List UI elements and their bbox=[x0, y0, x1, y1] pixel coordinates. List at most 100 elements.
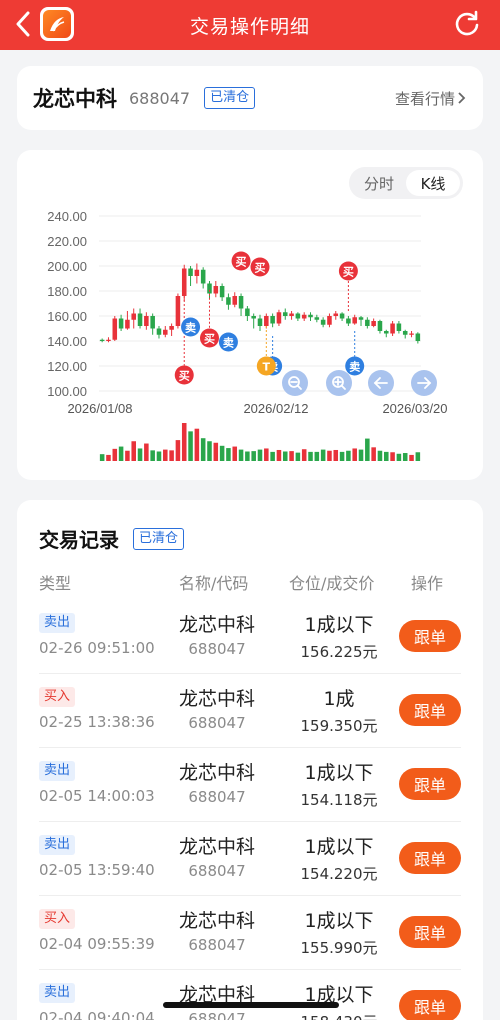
candle-body bbox=[365, 319, 370, 326]
home-indicator bbox=[163, 1002, 339, 1008]
top-bar: 交易操作明细 bbox=[0, 0, 500, 50]
buy-marker-label: 买 bbox=[236, 256, 247, 269]
row-stock-name: 龙芯中科 bbox=[178, 910, 255, 932]
candle-body bbox=[308, 314, 313, 318]
kline-chart[interactable]: 240.00 220.00 200.00 180.00 160.00 140.00 120.… bbox=[17, 150, 483, 480]
tab-minute[interactable]: 分时 bbox=[352, 170, 406, 196]
tab-kline[interactable]: K线 bbox=[406, 170, 460, 196]
header-name: 名称/代码 bbox=[179, 574, 249, 593]
refresh-button[interactable] bbox=[452, 9, 482, 39]
row-price: 154.118元 bbox=[300, 791, 378, 809]
row-position: 1成 bbox=[323, 688, 355, 710]
y-tick-label: 160.00 bbox=[47, 309, 87, 324]
volume-bar bbox=[314, 451, 320, 461]
row-stock-code: 688047 bbox=[188, 862, 246, 880]
volume-bar bbox=[257, 449, 263, 461]
follow-button[interactable]: 跟单 bbox=[399, 694, 461, 726]
header-position: 仓位/成交价 bbox=[289, 574, 375, 593]
trade-type-badge: 卖出 bbox=[39, 761, 76, 781]
trade-type-badge: 卖出 bbox=[39, 835, 76, 855]
candle-body bbox=[150, 316, 155, 329]
candle-body bbox=[188, 268, 193, 276]
candle-body bbox=[106, 339, 111, 341]
candle-body bbox=[264, 316, 269, 326]
volume-bar bbox=[358, 449, 364, 461]
volume-bar bbox=[384, 451, 389, 461]
volume-bar bbox=[301, 449, 307, 461]
buy-marker-label: 买 bbox=[255, 262, 266, 275]
volume-bar bbox=[219, 445, 225, 461]
volume-bar bbox=[365, 438, 370, 461]
candle-body bbox=[327, 316, 332, 325]
candle-body bbox=[213, 286, 219, 294]
candle-body bbox=[137, 313, 143, 326]
volume-bar bbox=[333, 449, 339, 461]
row-stock-code: 688047 bbox=[188, 714, 246, 732]
candle-body bbox=[169, 326, 174, 330]
y-tick-label: 140.00 bbox=[47, 334, 87, 349]
row-position: 1成以下 bbox=[304, 836, 374, 858]
candle-body bbox=[377, 321, 383, 331]
trade-time: 02-25 13:38:36 bbox=[39, 713, 155, 731]
zoom-in-button[interactable] bbox=[326, 370, 352, 396]
sell-marker-label: 卖 bbox=[185, 321, 196, 335]
pan-right-button[interactable] bbox=[411, 370, 437, 396]
candle-body bbox=[156, 328, 162, 335]
candle-body bbox=[270, 316, 275, 324]
follow-button[interactable]: 跟单 bbox=[399, 620, 461, 652]
volume-bar bbox=[144, 443, 149, 461]
y-tick-label: 180.00 bbox=[47, 284, 87, 299]
table-row: 卖出 02-05 14:00:03 龙芯中科 688047 1成以下 154.118元 跟单 bbox=[39, 748, 461, 822]
volume-bar bbox=[289, 451, 294, 461]
sell-marker-label: 卖 bbox=[223, 336, 234, 350]
back-button[interactable] bbox=[10, 9, 36, 39]
volume-bar bbox=[282, 451, 288, 461]
candle-body bbox=[390, 323, 395, 334]
row-stock-code: 688047 bbox=[188, 936, 246, 954]
volume-bar bbox=[125, 450, 130, 461]
zoom-out-button[interactable] bbox=[282, 370, 308, 396]
volume-bar bbox=[131, 441, 136, 461]
x-tick-label: 2026/01/08 bbox=[67, 401, 132, 416]
volume-bar bbox=[169, 450, 174, 461]
candle-body bbox=[358, 317, 364, 320]
pan-left-button[interactable] bbox=[368, 370, 394, 396]
trade-time: 02-04 09:55:39 bbox=[39, 935, 155, 953]
trade-type-badge: 买入 bbox=[39, 909, 76, 929]
candle-body bbox=[112, 318, 118, 340]
candle-body bbox=[238, 296, 244, 309]
row-stock-name: 龙芯中科 bbox=[178, 688, 255, 710]
view-quote-label: 查看行情 bbox=[394, 89, 455, 108]
volume-bar bbox=[106, 454, 111, 461]
candle-body bbox=[163, 329, 168, 335]
y-tick-label: 240.00 bbox=[47, 209, 87, 224]
table-header: 类型 名称/代码 仓位/成交价 操作 bbox=[39, 570, 461, 593]
candle-body bbox=[339, 313, 345, 319]
volume-bar bbox=[270, 451, 275, 461]
volume-bar bbox=[396, 453, 402, 461]
t-marker-label: T bbox=[263, 361, 271, 374]
records-header: 交易记录 已清仓 bbox=[39, 524, 185, 553]
volume-bar bbox=[415, 452, 421, 461]
view-quote-link[interactable]: 查看行情 bbox=[395, 88, 467, 109]
follow-button[interactable]: 跟单 bbox=[399, 990, 461, 1020]
trade-type-badge: 买入 bbox=[39, 687, 76, 707]
candle-body bbox=[181, 268, 187, 296]
volume-bar bbox=[238, 449, 244, 461]
table-row: 卖出 02-26 09:51:00 龙芯中科 688047 1成以下 156.225元 跟单 bbox=[39, 600, 461, 674]
chart-tab-switch: 分时 K线 bbox=[349, 167, 463, 199]
volume-bar bbox=[377, 450, 383, 461]
follow-button[interactable]: 跟单 bbox=[399, 768, 461, 800]
trade-type-badge: 卖出 bbox=[39, 983, 76, 1003]
follow-button[interactable]: 跟单 bbox=[399, 916, 461, 948]
table-row: 卖出 02-05 13:59:40 龙芯中科 688047 1成以下 154.220元 跟单 bbox=[39, 822, 461, 896]
candle-body bbox=[200, 269, 206, 284]
volume-bar bbox=[163, 449, 168, 461]
header-action: 操作 bbox=[411, 574, 444, 593]
volume-bar bbox=[207, 441, 212, 461]
row-stock-name: 龙芯中科 bbox=[178, 614, 255, 636]
follow-button[interactable]: 跟单 bbox=[399, 842, 461, 874]
volume-bar bbox=[371, 447, 376, 461]
row-stock-name: 龙芯中科 bbox=[178, 762, 255, 784]
volume-bar bbox=[213, 442, 219, 461]
